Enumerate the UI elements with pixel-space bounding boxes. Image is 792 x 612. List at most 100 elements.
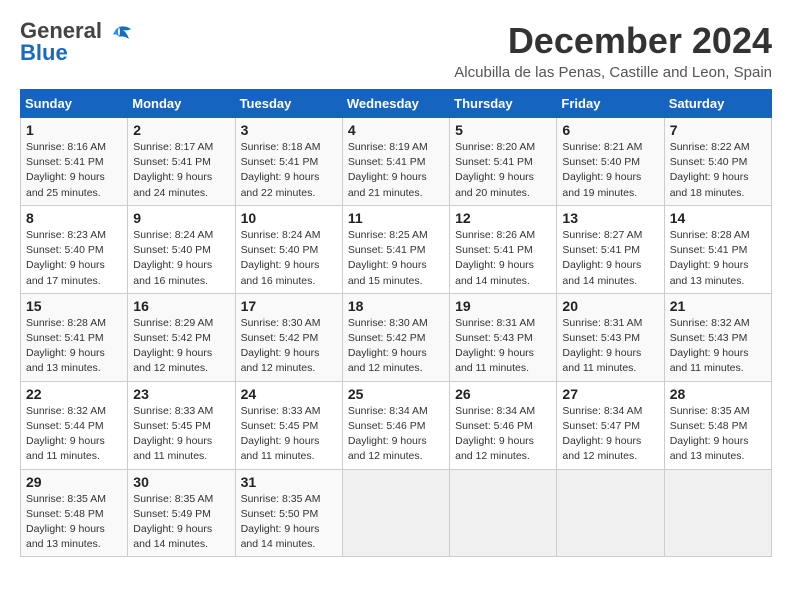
table-row: 2 Sunrise: 8:17 AMSunset: 5:41 PMDayligh… xyxy=(128,118,235,206)
day-number: 6 xyxy=(562,122,658,138)
day-info: Sunrise: 8:24 AMSunset: 5:40 PMDaylight:… xyxy=(241,228,337,289)
table-row: 22 Sunrise: 8:32 AMSunset: 5:44 PMDaylig… xyxy=(21,381,128,469)
day-info: Sunrise: 8:21 AMSunset: 5:40 PMDaylight:… xyxy=(562,140,658,201)
day-info: Sunrise: 8:16 AMSunset: 5:41 PMDaylight:… xyxy=(26,140,122,201)
header-tuesday: Tuesday xyxy=(235,90,342,118)
day-info: Sunrise: 8:29 AMSunset: 5:42 PMDaylight:… xyxy=(133,316,229,377)
day-number: 17 xyxy=(241,298,337,314)
day-number: 23 xyxy=(133,386,229,402)
table-row: 19 Sunrise: 8:31 AMSunset: 5:43 PMDaylig… xyxy=(450,293,557,381)
day-number: 16 xyxy=(133,298,229,314)
logo-blue: Blue xyxy=(20,42,102,64)
day-info: Sunrise: 8:28 AMSunset: 5:41 PMDaylight:… xyxy=(26,316,122,377)
day-info: Sunrise: 8:30 AMSunset: 5:42 PMDaylight:… xyxy=(348,316,444,377)
table-row: 30 Sunrise: 8:35 AMSunset: 5:49 PMDaylig… xyxy=(128,469,235,557)
calendar-week-row: 8 Sunrise: 8:23 AMSunset: 5:40 PMDayligh… xyxy=(21,205,772,293)
table-row: 8 Sunrise: 8:23 AMSunset: 5:40 PMDayligh… xyxy=(21,205,128,293)
header-wednesday: Wednesday xyxy=(342,90,449,118)
day-info: Sunrise: 8:31 AMSunset: 5:43 PMDaylight:… xyxy=(562,316,658,377)
day-info: Sunrise: 8:35 AMSunset: 5:48 PMDaylight:… xyxy=(670,404,766,465)
day-info: Sunrise: 8:27 AMSunset: 5:41 PMDaylight:… xyxy=(562,228,658,289)
day-info: Sunrise: 8:34 AMSunset: 5:47 PMDaylight:… xyxy=(562,404,658,465)
header-sunday: Sunday xyxy=(21,90,128,118)
table-row: 21 Sunrise: 8:32 AMSunset: 5:43 PMDaylig… xyxy=(664,293,771,381)
day-info: Sunrise: 8:30 AMSunset: 5:42 PMDaylight:… xyxy=(241,316,337,377)
day-number: 11 xyxy=(348,210,444,226)
table-row: 31 Sunrise: 8:35 AMSunset: 5:50 PMDaylig… xyxy=(235,469,342,557)
table-row: 26 Sunrise: 8:34 AMSunset: 5:46 PMDaylig… xyxy=(450,381,557,469)
title-area: December 2024 Alcubilla de las Penas, Ca… xyxy=(454,20,772,81)
header-saturday: Saturday xyxy=(664,90,771,118)
day-number: 9 xyxy=(133,210,229,226)
calendar-week-row: 15 Sunrise: 8:28 AMSunset: 5:41 PMDaylig… xyxy=(21,293,772,381)
day-info: Sunrise: 8:26 AMSunset: 5:41 PMDaylight:… xyxy=(455,228,551,289)
day-number: 30 xyxy=(133,474,229,490)
day-info: Sunrise: 8:18 AMSunset: 5:41 PMDaylight:… xyxy=(241,140,337,201)
logo-text: General Blue xyxy=(20,20,102,64)
month-title: December 2024 xyxy=(454,20,772,62)
day-number: 3 xyxy=(241,122,337,138)
day-number: 12 xyxy=(455,210,551,226)
table-row: 23 Sunrise: 8:33 AMSunset: 5:45 PMDaylig… xyxy=(128,381,235,469)
day-info: Sunrise: 8:35 AMSunset: 5:50 PMDaylight:… xyxy=(241,492,337,553)
table-row: 13 Sunrise: 8:27 AMSunset: 5:41 PMDaylig… xyxy=(557,205,664,293)
calendar-week-row: 22 Sunrise: 8:32 AMSunset: 5:44 PMDaylig… xyxy=(21,381,772,469)
table-row: 14 Sunrise: 8:28 AMSunset: 5:41 PMDaylig… xyxy=(664,205,771,293)
day-number: 19 xyxy=(455,298,551,314)
table-row: 17 Sunrise: 8:30 AMSunset: 5:42 PMDaylig… xyxy=(235,293,342,381)
table-row: 5 Sunrise: 8:20 AMSunset: 5:41 PMDayligh… xyxy=(450,118,557,206)
day-number: 15 xyxy=(26,298,122,314)
table-row: 4 Sunrise: 8:19 AMSunset: 5:41 PMDayligh… xyxy=(342,118,449,206)
day-info: Sunrise: 8:35 AMSunset: 5:48 PMDaylight:… xyxy=(26,492,122,553)
table-row: 15 Sunrise: 8:28 AMSunset: 5:41 PMDaylig… xyxy=(21,293,128,381)
day-number: 20 xyxy=(562,298,658,314)
day-number: 25 xyxy=(348,386,444,402)
day-number: 26 xyxy=(455,386,551,402)
day-number: 10 xyxy=(241,210,337,226)
day-number: 2 xyxy=(133,122,229,138)
table-row: 18 Sunrise: 8:30 AMSunset: 5:42 PMDaylig… xyxy=(342,293,449,381)
day-info: Sunrise: 8:24 AMSunset: 5:40 PMDaylight:… xyxy=(133,228,229,289)
table-row: 1 Sunrise: 8:16 AMSunset: 5:41 PMDayligh… xyxy=(21,118,128,206)
day-number: 28 xyxy=(670,386,766,402)
header-monday: Monday xyxy=(128,90,235,118)
day-info: Sunrise: 8:33 AMSunset: 5:45 PMDaylight:… xyxy=(241,404,337,465)
day-number: 13 xyxy=(562,210,658,226)
day-info: Sunrise: 8:28 AMSunset: 5:41 PMDaylight:… xyxy=(670,228,766,289)
day-number: 21 xyxy=(670,298,766,314)
header-friday: Friday xyxy=(557,90,664,118)
bird-icon xyxy=(105,25,133,52)
table-row xyxy=(557,469,664,557)
day-number: 4 xyxy=(348,122,444,138)
table-row: 6 Sunrise: 8:21 AMSunset: 5:40 PMDayligh… xyxy=(557,118,664,206)
table-row: 20 Sunrise: 8:31 AMSunset: 5:43 PMDaylig… xyxy=(557,293,664,381)
table-row xyxy=(664,469,771,557)
day-number: 18 xyxy=(348,298,444,314)
day-info: Sunrise: 8:19 AMSunset: 5:41 PMDaylight:… xyxy=(348,140,444,201)
day-number: 24 xyxy=(241,386,337,402)
logo-general: General xyxy=(20,20,102,42)
table-row xyxy=(450,469,557,557)
page-header: General Blue December 2024 Alcubilla de … xyxy=(20,20,772,81)
day-info: Sunrise: 8:35 AMSunset: 5:49 PMDaylight:… xyxy=(133,492,229,553)
day-number: 31 xyxy=(241,474,337,490)
day-number: 1 xyxy=(26,122,122,138)
table-row: 9 Sunrise: 8:24 AMSunset: 5:40 PMDayligh… xyxy=(128,205,235,293)
calendar-header-row: Sunday Monday Tuesday Wednesday Thursday… xyxy=(21,90,772,118)
day-info: Sunrise: 8:32 AMSunset: 5:43 PMDaylight:… xyxy=(670,316,766,377)
location-title: Alcubilla de las Penas, Castille and Leo… xyxy=(454,64,772,81)
table-row: 28 Sunrise: 8:35 AMSunset: 5:48 PMDaylig… xyxy=(664,381,771,469)
day-info: Sunrise: 8:33 AMSunset: 5:45 PMDaylight:… xyxy=(133,404,229,465)
table-row: 7 Sunrise: 8:22 AMSunset: 5:40 PMDayligh… xyxy=(664,118,771,206)
table-row: 12 Sunrise: 8:26 AMSunset: 5:41 PMDaylig… xyxy=(450,205,557,293)
day-info: Sunrise: 8:34 AMSunset: 5:46 PMDaylight:… xyxy=(455,404,551,465)
day-number: 22 xyxy=(26,386,122,402)
calendar-week-row: 1 Sunrise: 8:16 AMSunset: 5:41 PMDayligh… xyxy=(21,118,772,206)
table-row: 11 Sunrise: 8:25 AMSunset: 5:41 PMDaylig… xyxy=(342,205,449,293)
table-row: 10 Sunrise: 8:24 AMSunset: 5:40 PMDaylig… xyxy=(235,205,342,293)
day-number: 14 xyxy=(670,210,766,226)
day-number: 27 xyxy=(562,386,658,402)
day-info: Sunrise: 8:20 AMSunset: 5:41 PMDaylight:… xyxy=(455,140,551,201)
day-info: Sunrise: 8:34 AMSunset: 5:46 PMDaylight:… xyxy=(348,404,444,465)
day-info: Sunrise: 8:23 AMSunset: 5:40 PMDaylight:… xyxy=(26,228,122,289)
